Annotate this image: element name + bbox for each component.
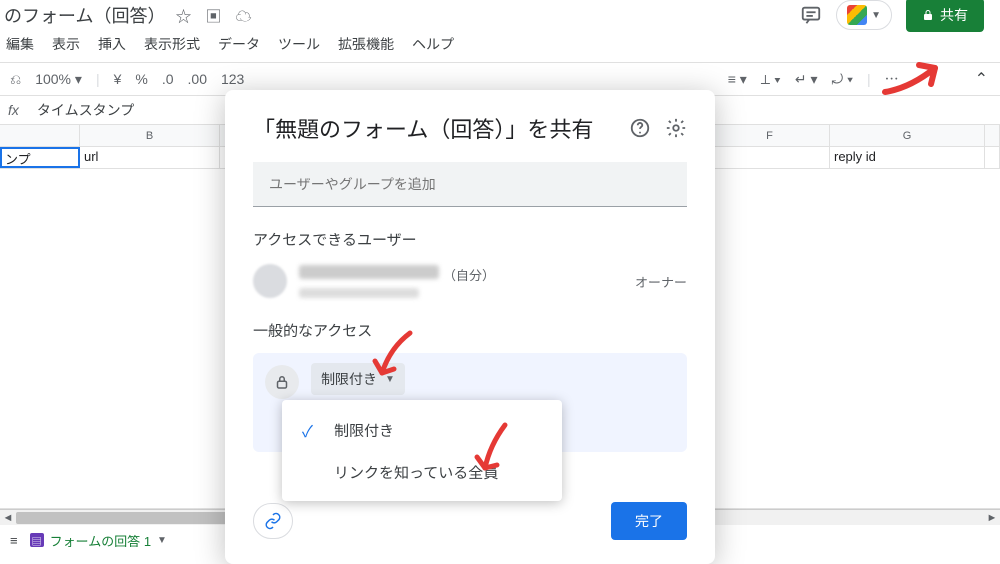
dropdown-option-label: 制限付き xyxy=(334,420,394,441)
add-people-input[interactable] xyxy=(253,162,687,207)
gear-icon[interactable] xyxy=(665,117,687,139)
section-general-label: 一般的なアクセス xyxy=(253,320,687,341)
user-name-blurred xyxy=(299,265,439,279)
section-users-label: アクセスできるユーザー xyxy=(253,229,687,250)
dropdown-option-label: リンクを知っている全員 xyxy=(334,462,498,483)
access-dropdown[interactable]: 制限付き ▼ xyxy=(311,363,405,395)
copy-link-button[interactable] xyxy=(253,503,293,539)
user-row: （自分） オーナー xyxy=(253,264,687,298)
annotation-arrow-3 xyxy=(880,60,950,100)
dropdown-option-restricted[interactable]: ✓ 制限付き xyxy=(282,408,562,452)
dropdown-option-anyone-link[interactable]: リンクを知っている全員 xyxy=(282,452,562,493)
help-icon[interactable] xyxy=(629,117,651,139)
access-dropdown-label: 制限付き xyxy=(321,369,377,389)
user-role: オーナー xyxy=(635,272,687,291)
dialog-title: 「無題のフォーム（回答）」を共有 xyxy=(253,112,615,144)
lock-circle-icon xyxy=(265,365,299,399)
access-dropdown-menu: ✓ 制限付き リンクを知っている全員 xyxy=(282,400,562,501)
check-icon: ✓ xyxy=(302,418,320,442)
done-button[interactable]: 完了 xyxy=(611,502,687,540)
avatar xyxy=(253,264,287,298)
user-email-blurred xyxy=(299,288,419,298)
chevron-down-icon: ▼ xyxy=(385,374,395,385)
user-self-label: （自分） xyxy=(443,265,495,284)
